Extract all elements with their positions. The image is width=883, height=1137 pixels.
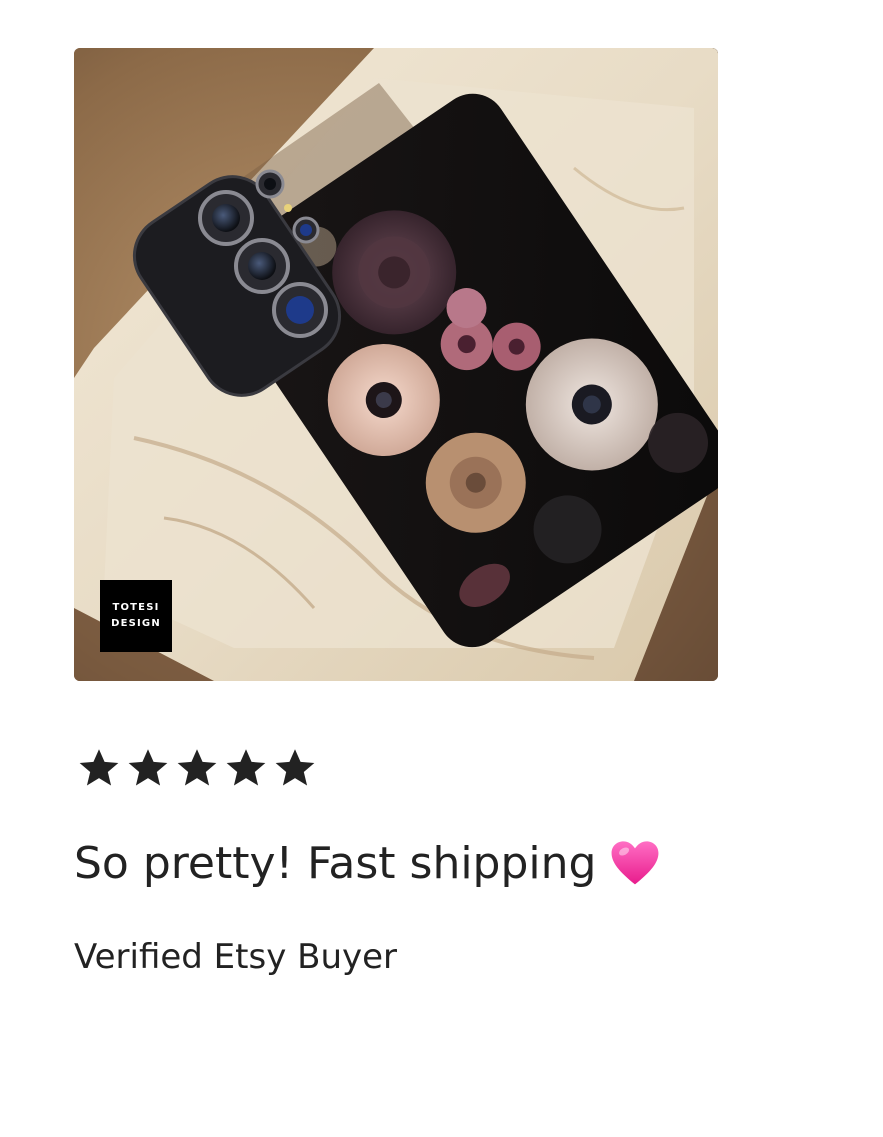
pink-heart-icon bbox=[612, 841, 659, 885]
watermark-line1: TOTESI bbox=[112, 602, 160, 613]
star-icon bbox=[177, 749, 217, 786]
reviewer-name: Verified Etsy Buyer bbox=[74, 937, 398, 977]
review-card: TOTESI DESIGN So pretty! Fast shipping V… bbox=[0, 0, 883, 1137]
star-icon bbox=[275, 749, 315, 786]
review-photo[interactable]: TOTESI DESIGN bbox=[74, 48, 718, 681]
watermark-line2: DESIGN bbox=[111, 618, 161, 629]
star-icon bbox=[79, 749, 119, 786]
star-icon bbox=[128, 749, 168, 786]
brand-watermark: TOTESI DESIGN bbox=[100, 580, 172, 652]
review-text: So pretty! Fast shipping bbox=[74, 834, 660, 894]
review-body: So pretty! Fast shipping bbox=[74, 838, 597, 889]
star-rating bbox=[76, 745, 318, 791]
star-icon bbox=[226, 749, 266, 786]
